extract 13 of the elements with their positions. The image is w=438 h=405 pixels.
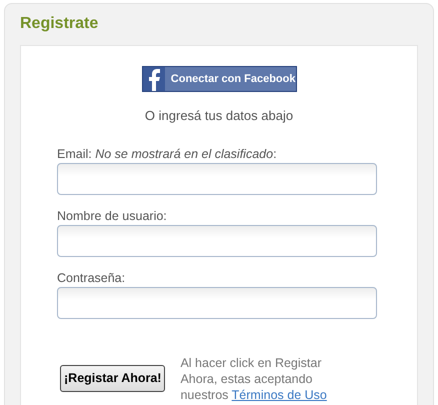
field-label: Contraseña: (57, 270, 126, 286)
facebook-button[interactable]: Conectar con Facebook (142, 66, 296, 92)
input-field[interactable] (57, 224, 377, 256)
terms-text: Al hacer click en Registar Ahora, estas aceptando nuestros Términos de Uso (180, 354, 328, 402)
field-label: Nombre de usuario: (57, 208, 168, 224)
field-label: Email: No se mostrará en el clasificado: (57, 146, 278, 162)
facebook-icon (142, 67, 165, 91)
register-button[interactable]: ¡Registar Ahora! (60, 365, 166, 392)
input-field[interactable] (57, 286, 377, 318)
panel-title: Registrate (20, 14, 100, 34)
terms-link[interactable]: Términos de Uso (232, 388, 327, 402)
input-field[interactable] (57, 162, 377, 194)
divider-text: O ingresá tus datos abajo (144, 107, 294, 125)
